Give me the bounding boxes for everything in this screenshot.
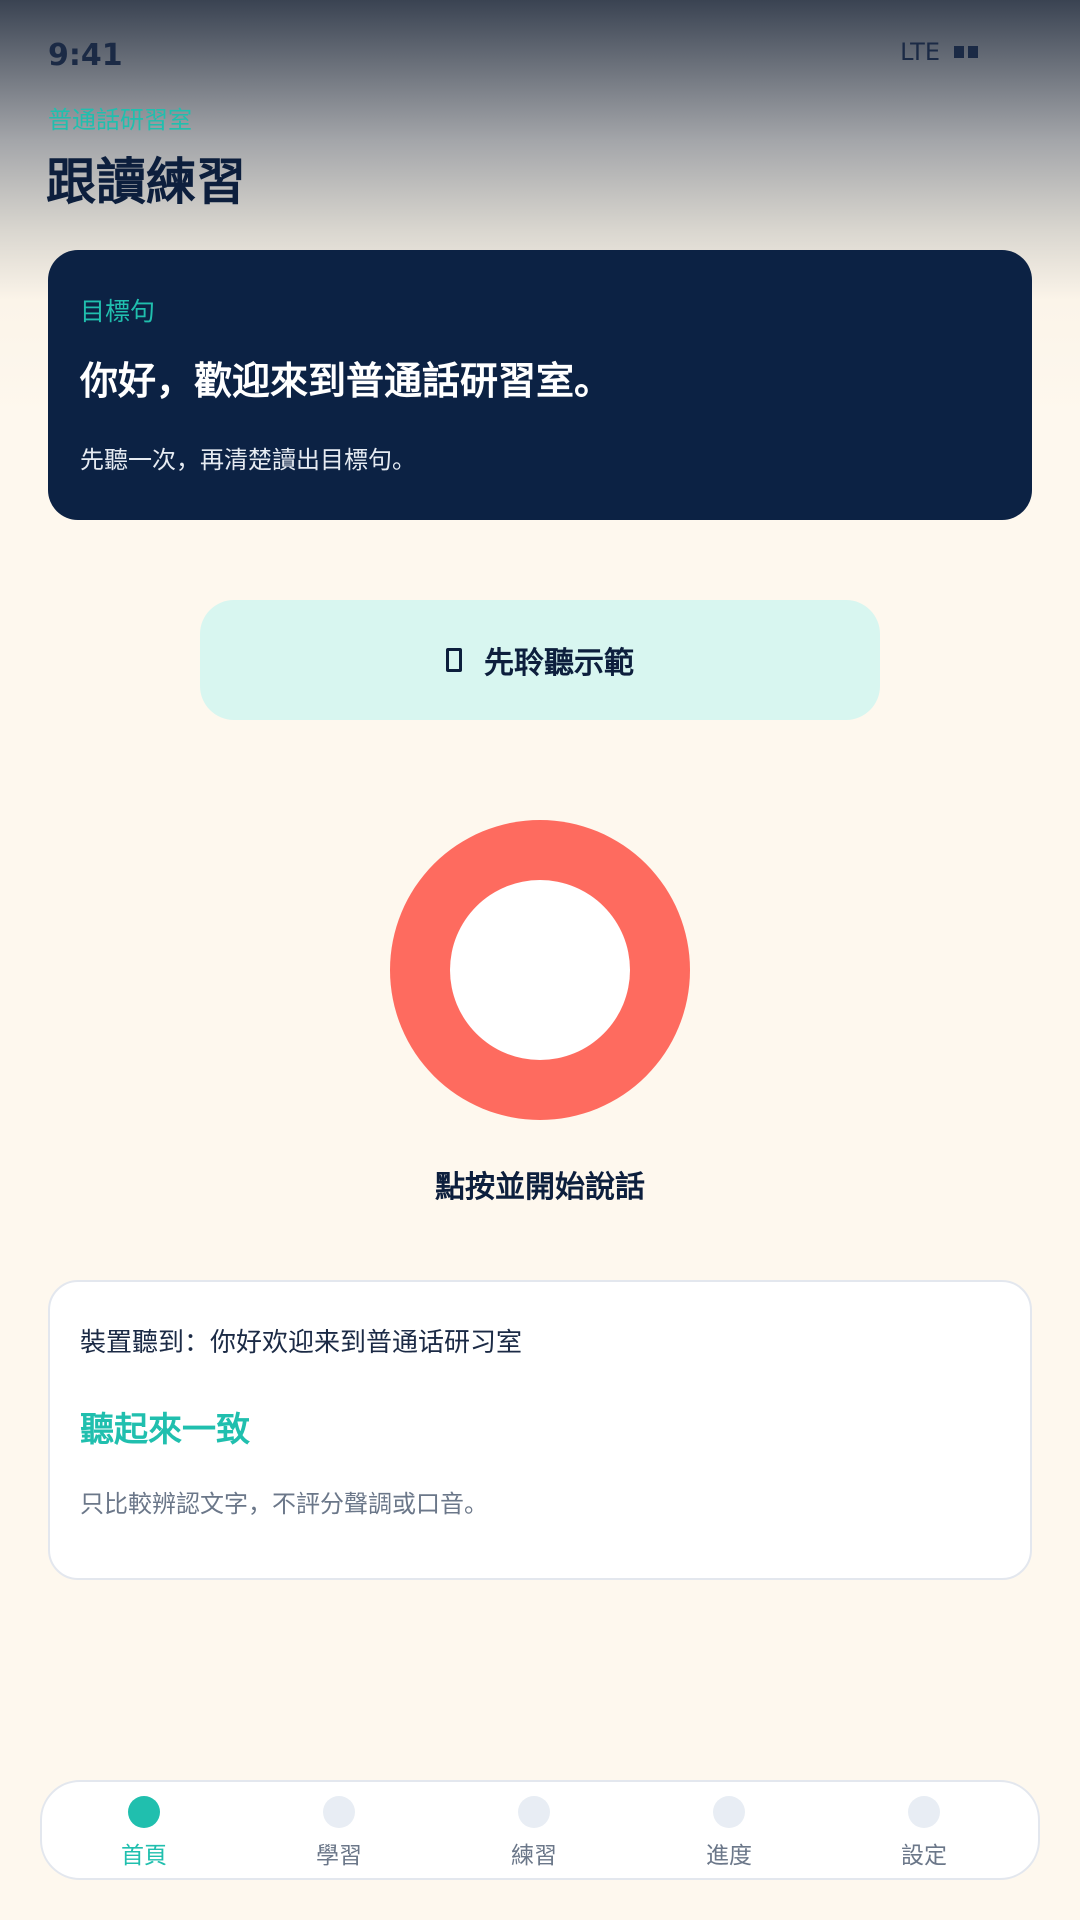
page-title: 跟讀練習 xyxy=(46,153,246,211)
listen-demo-button[interactable]: 先聆聽示範 xyxy=(200,600,880,720)
target-hint: 先聽一次，再清楚讀出目標句。 xyxy=(80,446,416,474)
nav-item-progress[interactable]: 進度 xyxy=(669,1796,789,1876)
target-sentence: 你好，歡迎來到普通話研習室。 xyxy=(80,359,613,403)
target-sentence-card: 目標句 你好，歡迎來到普通話研習室。 先聽一次，再清楚讀出目標句。 xyxy=(48,250,1032,520)
battery-icon xyxy=(954,46,978,58)
record-button-inner xyxy=(450,880,630,1060)
learn-icon xyxy=(323,1796,355,1828)
nav-label-learn: 學習 xyxy=(316,1843,362,1869)
result-disclaimer: 只比較辨認文字，不評分聲調或口音。 xyxy=(80,1490,488,1518)
heard-text: 裝置聽到：你好欢迎来到普通话研习室 xyxy=(80,1328,523,1358)
network-indicator: LTE xyxy=(900,38,940,66)
home-icon xyxy=(128,1796,160,1828)
bottom-nav: 首頁 學習 練習 進度 設定 xyxy=(40,1780,1040,1880)
nav-label-settings: 設定 xyxy=(901,1843,947,1869)
result-card: 裝置聽到：你好欢迎来到普通话研习室 聽起來一致 只比較辨認文字，不評分聲調或口音… xyxy=(48,1280,1032,1580)
nav-item-learn[interactable]: 學習 xyxy=(279,1796,399,1876)
nav-item-home[interactable]: 首頁 xyxy=(84,1796,204,1876)
nav-label-progress: 進度 xyxy=(706,1843,752,1869)
status-indicators: LTE xyxy=(900,38,978,66)
listen-demo-label: 先聆聽示範 xyxy=(484,646,634,681)
target-label: 目標句 xyxy=(80,297,156,326)
record-button[interactable] xyxy=(390,820,690,1120)
nav-item-settings[interactable]: 設定 xyxy=(864,1796,984,1876)
match-result: 聽起來一致 xyxy=(80,1410,250,1450)
status-bar: 9:41 LTE xyxy=(0,0,1080,110)
nav-label-practice: 練習 xyxy=(511,1843,557,1869)
nav-label-home: 首頁 xyxy=(121,1843,167,1869)
status-time: 9:41 xyxy=(48,38,123,73)
brand-label: 普通話研習室 xyxy=(48,106,192,134)
practice-icon xyxy=(518,1796,550,1828)
record-label: 點按並開始說話 xyxy=(435,1170,645,1205)
nav-item-practice[interactable]: 練習 xyxy=(474,1796,594,1876)
settings-icon xyxy=(908,1796,940,1828)
speaker-icon xyxy=(446,648,462,672)
progress-icon xyxy=(713,1796,745,1828)
